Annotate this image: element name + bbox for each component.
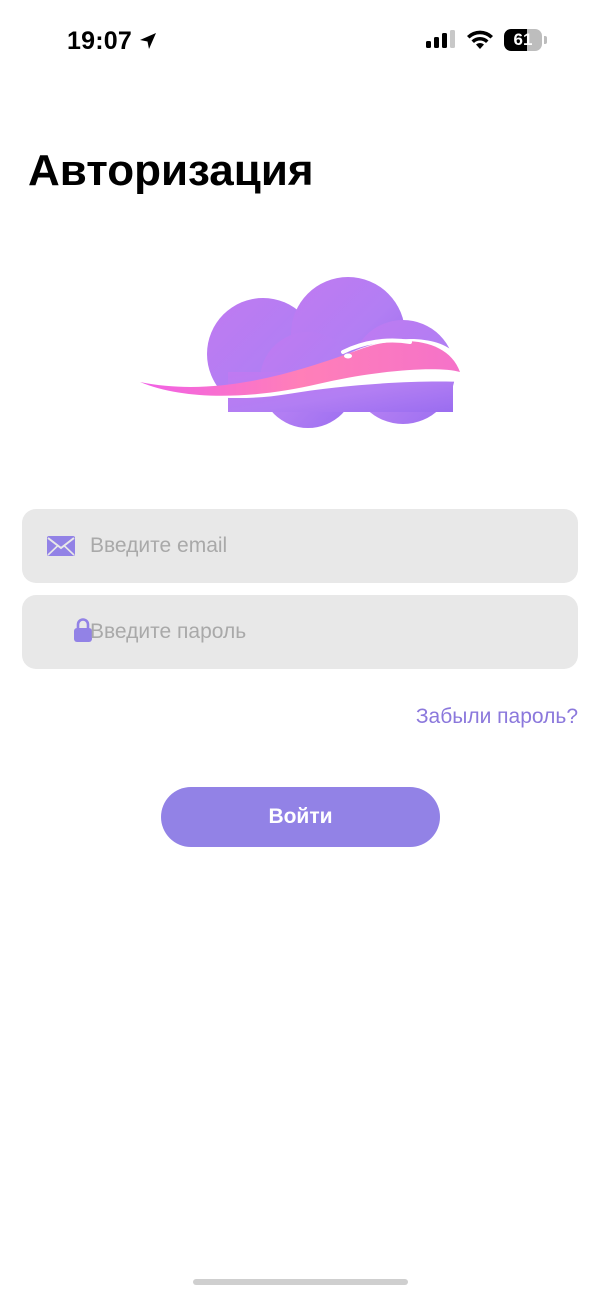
battery-cap (544, 36, 547, 44)
home-indicator (193, 1279, 408, 1285)
password-input[interactable] (90, 595, 560, 669)
status-bar: 19:07 61 (0, 0, 600, 80)
wifi-icon (467, 30, 493, 49)
status-time: 19:07 (67, 27, 132, 55)
location-arrow-icon (140, 33, 156, 49)
battery-body: 61 (504, 29, 542, 51)
login-button[interactable]: Войти (161, 787, 440, 847)
page-title: Авторизация (28, 146, 314, 195)
email-input[interactable] (90, 509, 560, 583)
cloud-logo (140, 277, 464, 428)
envelope-icon (47, 536, 75, 556)
email-field[interactable] (22, 509, 578, 583)
password-field[interactable] (22, 595, 578, 669)
cellular-signal-icon (426, 30, 455, 48)
battery-level: 61 (513, 30, 533, 49)
battery-icon: 61 (504, 29, 548, 51)
forgot-password-link[interactable]: Забыли пароль? (416, 703, 578, 731)
